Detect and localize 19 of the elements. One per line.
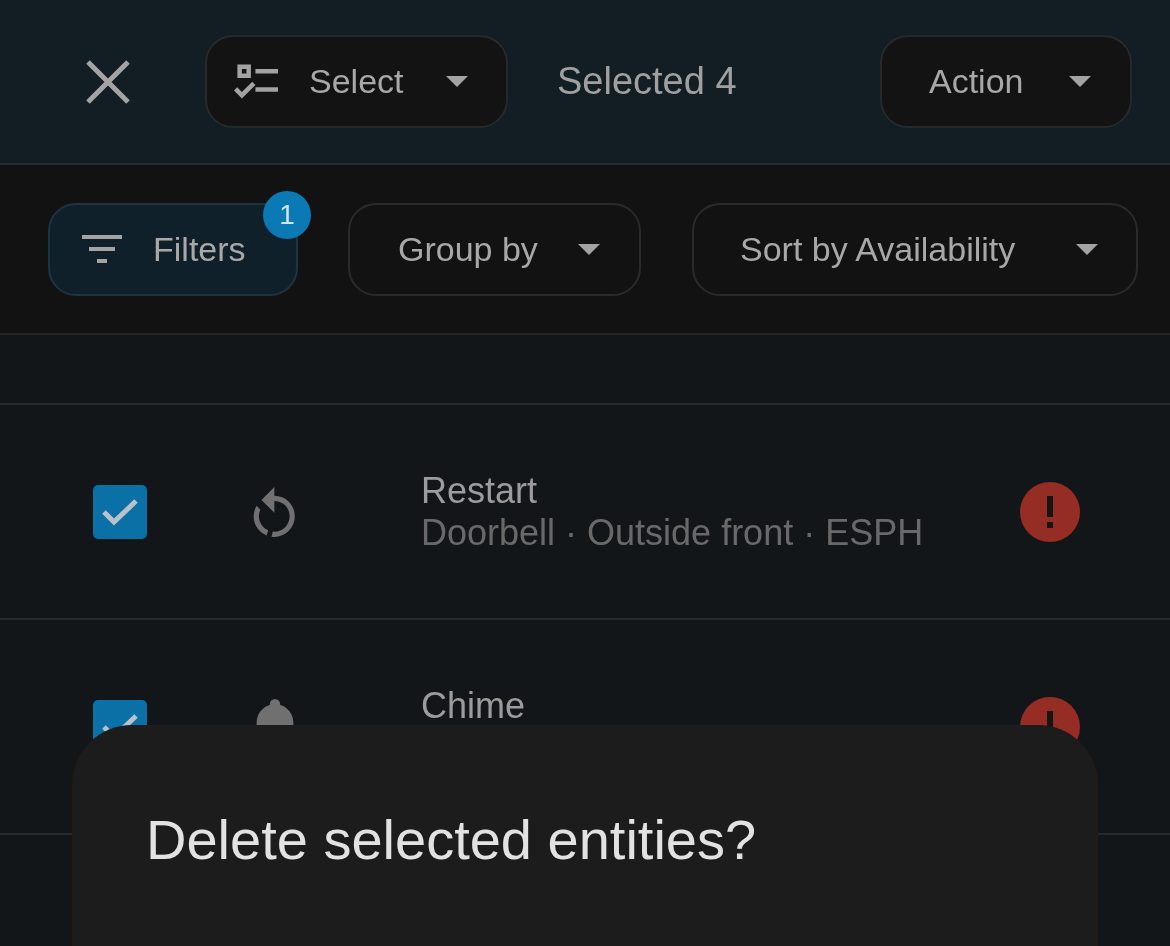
entity-name: Restart xyxy=(421,469,539,512)
filter-count-badge: 1 xyxy=(263,190,311,239)
dialog-title: Delete selected entities? xyxy=(146,808,758,872)
entity-name: Chime xyxy=(421,684,527,727)
checklist-icon xyxy=(234,63,278,100)
check-icon xyxy=(101,497,139,526)
action-button[interactable]: Action xyxy=(880,35,1132,128)
caret-icon xyxy=(446,76,468,87)
sort-button[interactable]: Sort by Availability xyxy=(692,202,1138,296)
caret-icon xyxy=(1076,243,1098,255)
caret-icon xyxy=(578,243,600,255)
select-button[interactable]: Select xyxy=(205,35,508,128)
caret-icon xyxy=(1069,76,1091,87)
filter-icon xyxy=(82,235,122,263)
close-icon xyxy=(85,58,131,105)
checkbox[interactable] xyxy=(93,484,147,539)
selection-count: Selected 4 xyxy=(557,59,737,104)
group-by-button[interactable]: Group by xyxy=(348,202,641,296)
entity-details: Doorbell · Outside front · ESPH xyxy=(421,511,925,554)
